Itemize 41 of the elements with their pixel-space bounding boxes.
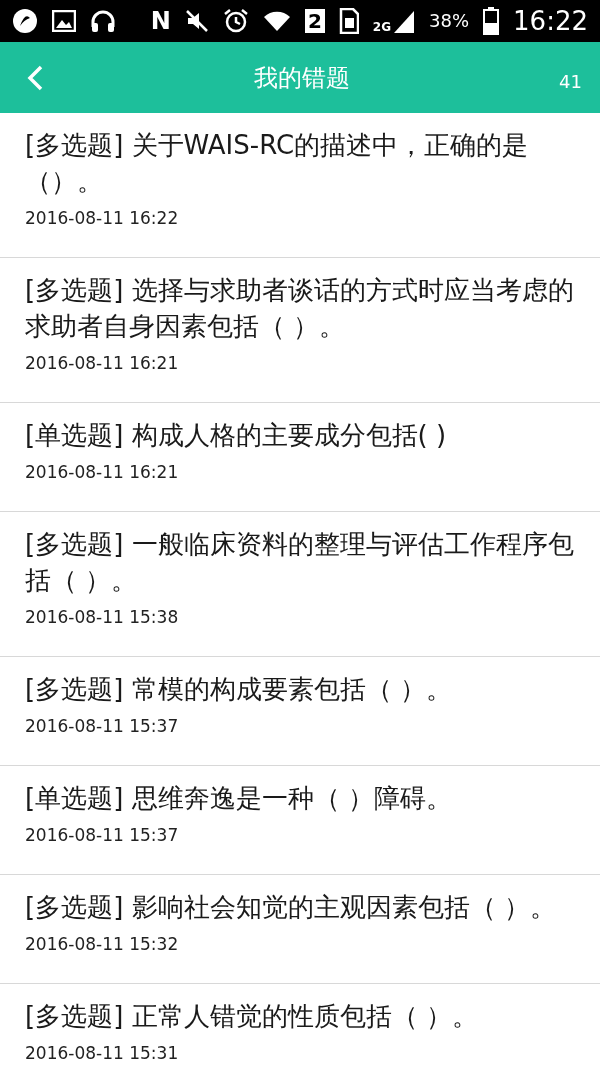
question-row[interactable]: [多选题] 常模的构成要素包括（ ）。 2016-08-11 15:37 (0, 657, 600, 766)
question-date: 2016-08-11 15:31 (25, 1042, 180, 1064)
wifi-icon (262, 9, 291, 33)
app-icon (12, 8, 38, 34)
sim-card-icon (338, 8, 359, 34)
back-icon[interactable] (26, 64, 44, 91)
question-row[interactable]: [多选题] 选择与求助者谈话的方式时应当考虑的求助者自身因素包括（ ）。 2016-08-11 16:21 (0, 258, 600, 403)
signal-icon (393, 9, 416, 33)
battery-icon (483, 7, 500, 35)
clock-time: 16:22 (513, 8, 588, 34)
question-row[interactable]: [单选题] 思维奔逸是一种（ ）障碍。 2016-08-11 15:37 (0, 766, 600, 875)
question-title: [多选题] 选择与求助者谈话的方式时应当考虑的求助者自身因素包括（ ）。 (25, 274, 575, 343)
question-title: [单选题] 思维奔逸是一种（ ）障碍。 (25, 782, 453, 815)
question-row[interactable]: [多选题] 正常人错觉的性质包括（ ）。 2016-08-11 15:31 (0, 984, 600, 1067)
network-type-label: 2G (372, 21, 392, 33)
question-title: [多选题] 关于WAIS-RC的描述中，正确的是（）。 (25, 129, 530, 198)
question-title: [多选题] 影响社会知觉的主观因素包括（ ）。 (25, 891, 557, 924)
question-date: 2016-08-11 15:37 (25, 715, 180, 737)
question-row[interactable]: [多选题] 一般临床资料的整理与评估工作程序包括（ ）。 2016-08-11 15:38 (0, 512, 600, 657)
question-title: [多选题] 常模的构成要素包括（ ）。 (25, 673, 453, 706)
question-row[interactable]: [单选题] 构成人格的主要成分包括( ) 2016-08-11 16:21 (0, 403, 600, 512)
nfc-indicator: N (150, 9, 171, 33)
alarm-icon (222, 8, 249, 34)
sim-slot-badge: 2 (304, 9, 325, 33)
question-date: 2016-08-11 15:32 (25, 933, 180, 955)
mute-icon (184, 9, 209, 33)
question-date: 2016-08-11 16:21 (25, 352, 180, 374)
question-row[interactable]: [多选题] 影响社会知觉的主观因素包括（ ）。 2016-08-11 15:32 (0, 875, 600, 984)
question-title: [多选题] 正常人错觉的性质包括（ ）。 (25, 1000, 479, 1033)
question-title: [单选题] 构成人格的主要成分包括( ) (25, 419, 448, 452)
question-date: 2016-08-11 16:22 (25, 207, 180, 229)
headphones-icon (90, 9, 116, 33)
question-date: 2016-08-11 15:38 (25, 606, 180, 628)
image-icon (52, 10, 76, 32)
question-row[interactable]: [多选题] 关于WAIS-RC的描述中，正确的是（）。 2016-08-11 16:22 (0, 113, 600, 258)
question-title: [多选题] 一般临床资料的整理与评估工作程序包括（ ）。 (25, 528, 575, 597)
question-date: 2016-08-11 15:37 (25, 824, 180, 846)
question-date: 2016-08-11 16:21 (25, 461, 180, 483)
question-count: 41 (559, 70, 582, 94)
page-title: 我的错题 (252, 62, 351, 94)
battery-percent: 38% (429, 12, 470, 30)
